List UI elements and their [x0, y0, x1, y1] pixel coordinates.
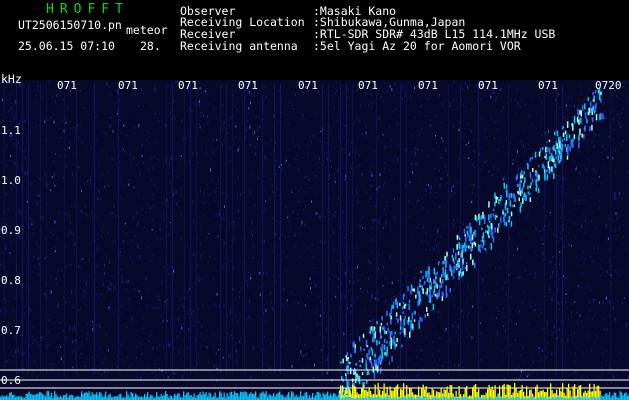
- meteor-tag: meteor: [126, 23, 168, 37]
- y-tick-label: 0.7: [1, 324, 21, 337]
- datetime-label: 25.06.15 07:10: [18, 39, 115, 53]
- logo-text: HROFFT: [46, 2, 129, 17]
- hrofft-screen: HROFFT UT2506150710.pn meteor 25.06.15 0…: [0, 0, 629, 400]
- y-tick-label: 1.0: [1, 174, 21, 187]
- y-tick-label: 0.8: [1, 274, 21, 287]
- partial-label: 28.: [140, 39, 161, 53]
- y-tick-label: 0.9: [1, 224, 21, 237]
- x-tick-label: 071: [478, 79, 498, 92]
- y-tick-label: 0.6: [1, 374, 21, 387]
- unit-label: kHz: [1, 72, 22, 86]
- field-label-antenna: Receiving antenna: [180, 39, 298, 53]
- x-tick-label: 071: [118, 79, 138, 92]
- x-tick-label: 071: [238, 79, 258, 92]
- filename-label: UT2506150710.pn: [18, 18, 122, 32]
- x-tick-label: 071: [178, 79, 198, 92]
- x-tick-label: 071: [538, 79, 558, 92]
- field-value-antenna: :5el Yagi Az 20 for Aomori VOR: [313, 39, 521, 53]
- x-tick-label: 0720: [595, 79, 622, 92]
- y-tick-label: 1.1: [1, 124, 21, 137]
- spectrogram-plot: [0, 80, 629, 400]
- x-tick-label: 071: [418, 79, 438, 92]
- x-tick-label: 071: [57, 79, 77, 92]
- x-tick-label: 071: [298, 79, 318, 92]
- x-tick-label: 071: [358, 79, 378, 92]
